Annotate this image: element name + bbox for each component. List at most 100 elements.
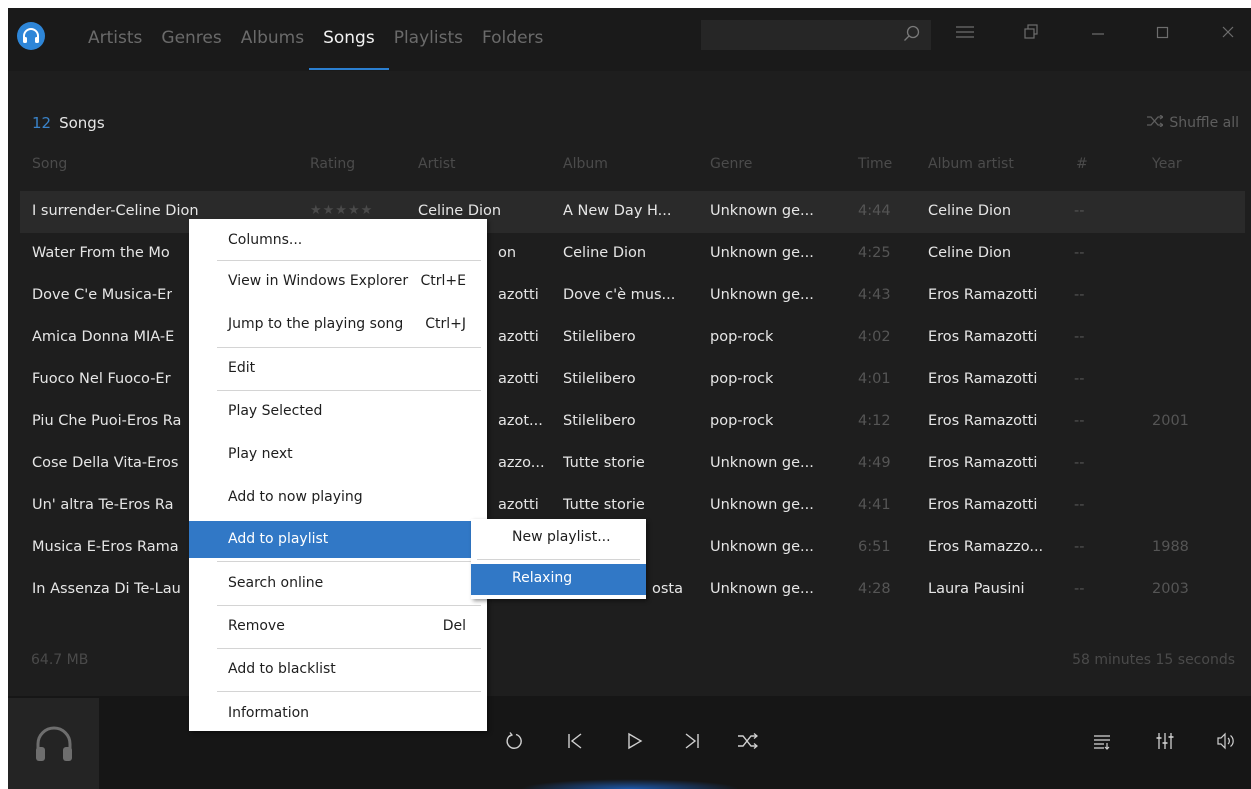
play-icon[interactable] — [627, 732, 643, 754]
cell-album-artist: Eros Ramazotti — [928, 329, 1038, 345]
cell-time: 4:41 — [858, 497, 891, 513]
menu-item-play-selected[interactable]: Play Selected — [189, 393, 487, 433]
cell-song: Un' altra Te-Eros Ra — [32, 497, 174, 513]
album-art[interactable] — [8, 698, 99, 789]
menu-item-add-to-now-playing[interactable]: Add to now playing — [189, 479, 487, 519]
cell-genre: Unknown ge... — [710, 455, 814, 471]
cell-number: -- — [1074, 497, 1085, 513]
cell-album-artist: Laura Pausini — [928, 581, 1025, 597]
cell-album-artist: Celine Dion — [928, 245, 1012, 261]
mini-player-icon[interactable] — [1023, 24, 1039, 44]
cell-song: Cose Della Vita-Eros — [32, 455, 179, 471]
search-input[interactable] — [701, 20, 931, 50]
tab-artists[interactable]: Artists — [88, 28, 142, 48]
submenu-item-new-playlist[interactable]: New playlist... — [471, 523, 646, 554]
total-duration: 58 minutes 15 seconds — [1072, 652, 1235, 668]
tab-albums[interactable]: Albums — [241, 28, 304, 48]
cell-time: 4:12 — [858, 413, 891, 429]
cell-song: Water From the Mo — [32, 245, 170, 261]
cell-album-artist: Eros Ramazotti — [928, 413, 1038, 429]
cell-album: Stilelibero — [563, 371, 636, 387]
column-header-year[interactable]: Year — [1152, 156, 1182, 172]
cell-time: 4:25 — [858, 245, 891, 261]
tab-genres[interactable]: Genres — [161, 28, 221, 48]
cell-number: -- — [1074, 287, 1085, 303]
cell-number: -- — [1074, 413, 1085, 429]
cell-genre: Unknown ge... — [710, 245, 814, 261]
next-icon[interactable] — [684, 732, 700, 754]
column-header-album[interactable]: Album — [563, 156, 608, 172]
menu-item-edit[interactable]: Edit — [189, 350, 487, 390]
song-count: 12 Songs — [32, 114, 105, 132]
top-bar: Artists Genres Albums Songs Playlists Fo… — [8, 8, 1251, 71]
cell-year: 2003 — [1152, 581, 1189, 597]
total-size: 64.7 MB — [31, 652, 89, 668]
cell-album-artist: Eros Ramazotti — [928, 287, 1038, 303]
menu-item-information[interactable]: Information — [189, 695, 487, 735]
close-icon[interactable] — [1221, 24, 1235, 44]
cell-time: 4:49 — [858, 455, 891, 471]
cell-time: 4:02 — [858, 329, 891, 345]
cell-time: 4:28 — [858, 581, 891, 597]
menu-item-remove[interactable]: Remove Del — [189, 608, 487, 648]
menu-item-play-next[interactable]: Play next — [189, 436, 487, 476]
menu-item-add-to-playlist[interactable]: Add to playlist — [189, 521, 487, 558]
column-header-album-artist[interactable]: Album artist — [928, 156, 1014, 172]
column-header-time[interactable]: Time — [858, 156, 892, 172]
playlist-submenu: New playlist... Relaxing — [471, 519, 646, 599]
previous-icon[interactable] — [567, 732, 583, 754]
cell-album: A New Day H... — [563, 203, 672, 219]
cell-year: 2001 — [1152, 413, 1189, 429]
tab-playlists[interactable]: Playlists — [394, 28, 463, 48]
library-tabs: Artists Genres Albums Songs Playlists Fo… — [88, 28, 562, 70]
column-header-rating[interactable]: Rating — [310, 156, 355, 172]
equalizer-icon[interactable] — [1156, 732, 1174, 754]
menu-item-view-in-explorer[interactable]: View in Windows Explorer Ctrl+E — [189, 263, 487, 303]
cell-time: 4:44 — [858, 203, 891, 219]
column-header-artist[interactable]: Artist — [418, 156, 456, 172]
submenu-item-relaxing[interactable]: Relaxing — [471, 564, 646, 595]
column-header-genre[interactable]: Genre — [710, 156, 752, 172]
repeat-icon[interactable] — [505, 732, 523, 754]
tab-folders[interactable]: Folders — [482, 28, 543, 48]
menu-divider — [217, 347, 481, 348]
tab-songs[interactable]: Songs — [309, 28, 389, 70]
menu-item-search-online[interactable]: Search online — [189, 565, 487, 605]
cell-number: -- — [1074, 371, 1085, 387]
menu-icon[interactable] — [956, 24, 974, 44]
menu-item-add-to-blacklist[interactable]: Add to blacklist — [189, 651, 487, 691]
search-icon[interactable] — [903, 25, 921, 47]
cell-genre: Unknown ge... — [710, 497, 814, 513]
menu-divider — [217, 561, 481, 562]
context-menu: Columns... View in Windows Explorer Ctrl+… — [189, 219, 487, 731]
cell-artist: azzo... — [498, 455, 545, 471]
minimize-icon[interactable] — [1091, 24, 1105, 44]
menu-divider — [217, 691, 481, 692]
cell-album-artist: Eros Ramazotti — [928, 497, 1038, 513]
maximize-icon[interactable] — [1156, 24, 1170, 44]
menu-divider — [477, 559, 640, 560]
rating-stars[interactable]: ★★★★★ — [310, 203, 373, 218]
cell-artist: on — [498, 245, 517, 261]
shuffle-icon — [1147, 114, 1165, 131]
menu-item-columns[interactable]: Columns... — [189, 222, 487, 262]
shuffle-icon[interactable] — [738, 732, 759, 754]
cell-year: 1988 — [1152, 539, 1189, 555]
cell-time: 6:51 — [858, 539, 891, 555]
shuffle-all-button[interactable]: Shuffle all — [1147, 114, 1239, 131]
menu-divider — [217, 390, 481, 391]
volume-icon[interactable] — [1216, 732, 1236, 754]
cell-artist: Celine Dion — [418, 203, 502, 219]
cell-album: Tutte storie — [563, 497, 645, 513]
menu-item-jump-to-playing[interactable]: Jump to the playing song Ctrl+J — [189, 306, 487, 346]
app-logo-headphones-icon[interactable] — [17, 22, 45, 50]
now-playing-list-icon[interactable] — [1093, 732, 1111, 754]
cell-song: Musica E-Eros Rama — [32, 539, 179, 555]
column-header-song[interactable]: Song — [32, 156, 67, 172]
cell-album: Stilelibero — [563, 329, 636, 345]
playback-glow — [520, 779, 740, 789]
cell-number: -- — [1074, 203, 1085, 219]
column-header-number[interactable]: # — [1076, 156, 1088, 172]
cell-artist: azot... — [498, 413, 543, 429]
cell-number: -- — [1074, 329, 1085, 345]
